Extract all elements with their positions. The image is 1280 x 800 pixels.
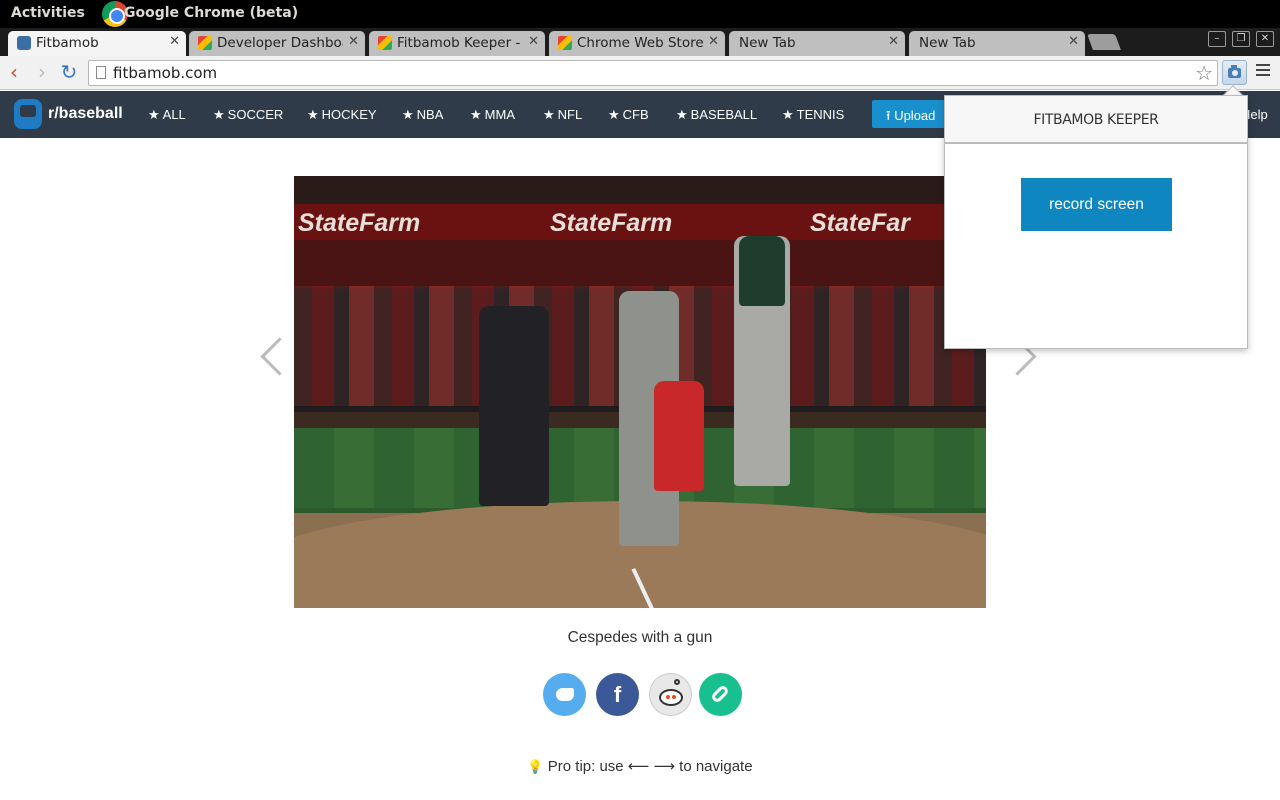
tab-developer-dashboard[interactable]: Developer Dashboard ✕ [189,31,365,56]
browser-toolbar: ‹ › ↻ fitbamob.com ☆ [0,56,1280,90]
reddit-share-button[interactable] [649,673,692,716]
fitbamob-icon [17,36,31,50]
close-icon[interactable]: ✕ [528,34,539,49]
activities-button[interactable]: Activities [11,5,85,21]
nav-item-soccer[interactable]: ★ SOCCER [213,107,283,123]
minimize-icon[interactable]: – [1208,31,1226,47]
copy-link-button[interactable] [699,673,742,716]
gif-player[interactable]: StateFarm StateFarm StateFar [294,176,986,608]
twitter-share-button[interactable] [543,673,586,716]
close-window-icon[interactable]: ✕ [1256,31,1274,47]
tab-label: Fitbamob Keeper - Edi [397,35,523,51]
nav-item-baseball[interactable]: ★ BASEBALL [676,107,757,123]
reddit-icon [659,689,683,706]
close-icon[interactable]: ✕ [888,34,899,49]
app-menu[interactable]: Google Chrome (beta) [124,5,298,21]
nav-item-hockey[interactable]: ★ HOCKEY [307,107,377,123]
popup-title: FITBAMOB KEEPER [945,96,1247,144]
nav-item-cfb[interactable]: ★ CFB [608,107,649,123]
url-text[interactable]: fitbamob.com [113,64,217,82]
nav-label: MMA [484,107,515,122]
runner-figure [654,381,704,491]
twitter-icon [556,688,574,701]
reddit-antenna [674,679,680,685]
tab-label: New Tab [919,35,976,51]
nav-item-mma[interactable]: ★ MMA [470,107,515,123]
close-icon[interactable]: ✕ [348,34,359,49]
close-icon[interactable]: ✕ [169,34,180,49]
star-icon: ★ [676,108,688,123]
pitcher-jersey [739,236,785,306]
close-icon[interactable]: ✕ [708,34,719,49]
tab-new-tab-2[interactable]: New Tab ✕ [909,31,1085,56]
nav-label: NBA [416,107,444,122]
record-screen-button[interactable]: record screen [1021,178,1172,231]
address-bar[interactable]: fitbamob.com ☆ [88,60,1218,86]
banner-text: StateFar [810,209,911,237]
chrome-menu-icon[interactable] [1256,64,1270,78]
star-icon: ★ [470,108,482,123]
nav-item-nba[interactable]: ★ NBA [402,107,443,123]
page-icon [96,66,106,79]
banner-text: StateFarm [550,209,673,237]
previous-arrow-icon[interactable] [258,335,278,379]
nav-label: BASEBALL [690,107,758,122]
star-icon: ★ [402,108,414,123]
star-icon: ★ [782,108,794,123]
chrome-store-icon [198,36,212,50]
upload-button[interactable]: ⭱ Upload [872,100,952,128]
nav-label: TENNIS [796,107,845,122]
nav-item-all[interactable]: ★ ALL [148,107,186,123]
nav-label: NFL [557,107,583,122]
tab-chrome-web-store[interactable]: Chrome Web Store - fi ✕ [549,31,725,56]
forward-icon[interactable]: › [30,60,54,84]
star-icon: ★ [213,108,225,123]
nav-label: CFB [622,107,649,122]
chrome-store-icon [558,36,572,50]
camera-icon [1228,65,1241,78]
pro-tip-text: Pro tip: use ⟵ ⟶ to navigate [547,758,753,775]
nav-item-tennis[interactable]: ★ TENNIS [782,107,844,123]
gif-caption: Cespedes with a gun [567,629,713,646]
reload-icon[interactable]: ↻ [57,60,81,84]
pro-tip: 💡 Pro tip: use ⟵ ⟶ to navigate [0,757,1280,775]
chrome-store-icon [378,36,392,50]
star-icon: ★ [307,108,319,123]
star-icon: ★ [543,108,555,123]
nav-item-nfl[interactable]: ★ NFL [543,107,582,123]
tab-strip: Fitbamob ✕ Developer Dashboard ✕ Fitbamo… [0,28,1280,56]
fitbamob-logo-icon[interactable] [14,99,42,129]
nav-label: SOCCER [227,107,284,122]
umpire-figure [479,306,549,506]
tab-new-tab-1[interactable]: New Tab ✕ [729,31,905,56]
tab-fitbamob-keeper[interactable]: Fitbamob Keeper - Edi ✕ [369,31,545,56]
star-icon: ★ [608,108,620,123]
extension-popup: FITBAMOB KEEPER record screen [944,95,1248,349]
facebook-share-button[interactable]: f [596,673,639,716]
link-icon [710,684,730,704]
tab-label: Developer Dashboard [217,35,343,51]
nav-label: HOCKEY [321,107,377,122]
tab-fitbamob[interactable]: Fitbamob ✕ [8,31,186,56]
banner-text: StateFarm [298,209,421,237]
upload-label: Upload [894,108,936,123]
tab-label: New Tab [739,35,796,51]
os-top-panel: Activities Google Chrome (beta) [0,0,1280,28]
bookmark-star-icon[interactable]: ☆ [1195,61,1213,85]
facebook-icon: f [613,682,622,707]
close-icon[interactable]: ✕ [1068,34,1079,49]
fitbamob-keeper-extension-button[interactable] [1222,60,1247,85]
nav-label: ALL [162,107,186,122]
tab-label: Chrome Web Store - fi [577,35,703,51]
new-tab-button[interactable] [1087,34,1121,50]
subreddit-title[interactable]: r/baseball [48,105,123,123]
tab-label: Fitbamob [36,35,99,51]
lightbulb-icon: 💡 [527,760,544,775]
upload-icon: ⭱ [886,108,891,123]
star-icon: ★ [148,108,160,123]
back-icon[interactable]: ‹ [2,60,26,84]
maximize-icon[interactable]: ❐ [1232,31,1250,47]
